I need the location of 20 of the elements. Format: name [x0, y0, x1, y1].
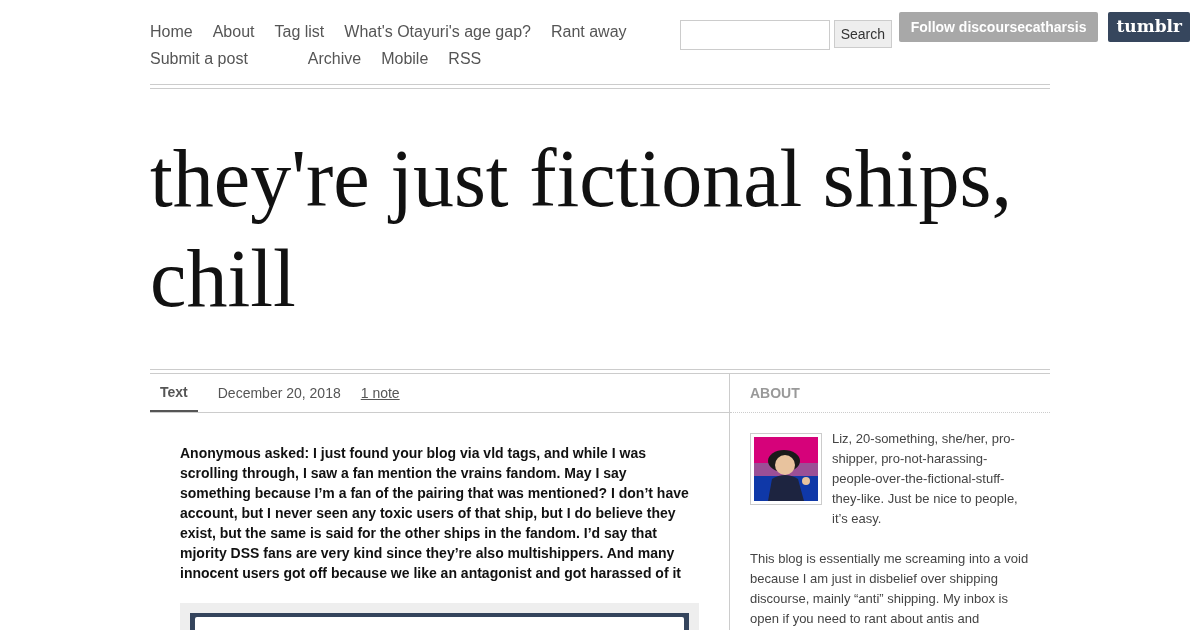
post-type-tab[interactable]: Text	[150, 374, 198, 412]
blog-title: they're just fictional ships, chill	[150, 132, 1013, 326]
search-field[interactable]	[679, 20, 830, 50]
post-date: December 20, 2018	[217, 383, 341, 403]
nav-link[interactable]: Archive	[307, 49, 362, 69]
nav-link[interactable]: RSS	[448, 49, 482, 69]
blog-description: This blog is essentially me screaming into a void because I am just in disbelief over shipping discourse, mainly “anti” shipping. My inbox is open if you need to rant about antis and	[750, 550, 1030, 628]
tumblr-logo[interactable]: tumblr	[1108, 12, 1190, 42]
nav-link[interactable]: Mobile	[381, 49, 429, 69]
sidebar-heading: ABOUT	[750, 383, 800, 403]
nav-link[interactable]: About	[212, 22, 255, 42]
nav-link[interactable]: Submit a post	[150, 49, 248, 69]
nav-link[interactable]: Rant away	[550, 22, 627, 42]
nav-link[interactable]: Home	[150, 22, 193, 42]
bio-text: Liz, 20-something, she/her, pro-shipper, pro-not-harassing-people-over-the-fictional-stuff-they-like. Just be nice to people, it’s easy.	[832, 430, 1019, 528]
nav-link[interactable]: Tag list	[274, 22, 325, 42]
notes-link[interactable]: 1 note	[360, 374, 400, 412]
search-button[interactable]: Search	[833, 20, 892, 48]
ask-question: Anonymous asked: I just found your blog via vld tags, and while I was scrolling through, I saw a fan mention the vrains fandom. May I say something because I’m a fan of the pairing that was mentioned? I don’t have account, but I never seen any toxic users of that ship, but I do believe they exist, but the same is said for the other ships in the fandom. I’d say that mjority DSS fans are very kind since they’re also multishippers. And many innocent users got off because we like an antagonist and got harassed of it	[180, 444, 690, 583]
nav-link[interactable]: What's Otayuri's age gap?	[344, 22, 531, 42]
